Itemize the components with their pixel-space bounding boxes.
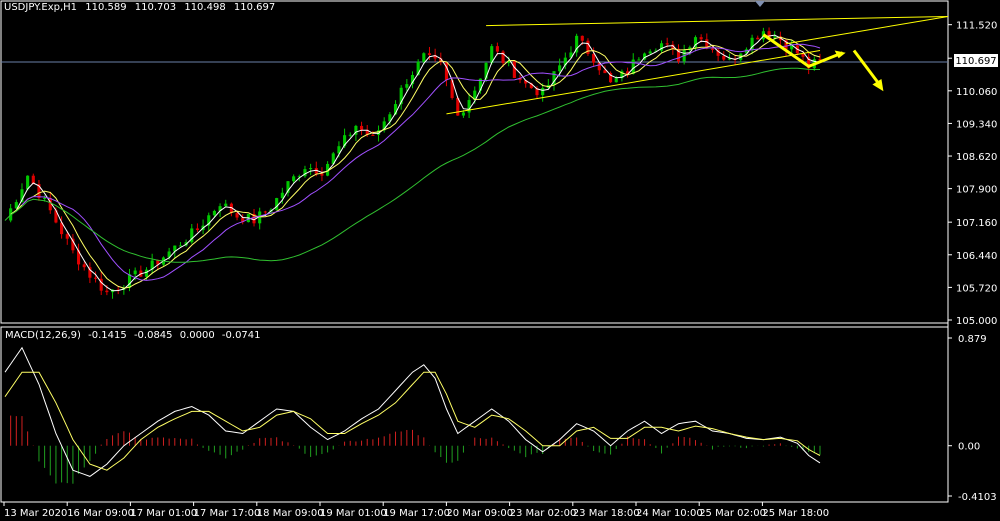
chart-symbol: USDJPY.Exp,H1: [4, 2, 78, 13]
candle-body: [65, 234, 69, 239]
candle-body: [614, 78, 618, 83]
macd-value-4: -0.0741: [221, 330, 261, 341]
time-axis-label: 23 Mar 18:00: [573, 508, 640, 519]
candle-body: [427, 53, 432, 56]
ohlc-open: 110.589: [85, 2, 127, 13]
candle-body: [722, 55, 726, 60]
macd-name: MACD(12,26,9): [5, 330, 81, 341]
macd-value-3: 0.0000: [179, 330, 215, 341]
price-axis-label: 111.520: [956, 21, 997, 32]
candle-body: [756, 37, 760, 40]
candle-body: [348, 134, 352, 136]
candle-body: [235, 212, 239, 218]
price-axis-label: 107.160: [956, 218, 997, 229]
macd-axis-label: -0.4103: [958, 492, 997, 503]
candle-body: [648, 51, 652, 54]
candle-body: [320, 173, 324, 176]
chart-header: USDJPY.Exp,H1 110.589 110.703 110.498 11…: [4, 2, 280, 13]
price-axis-label: 107.900: [956, 185, 997, 196]
candle-body: [495, 46, 499, 52]
candle-body: [263, 211, 267, 213]
candle-body: [280, 192, 284, 199]
candle-body: [637, 59, 641, 61]
candle-body: [710, 48, 715, 50]
candle-body: [541, 87, 545, 96]
candle-body: [631, 59, 635, 74]
candle-body: [224, 203, 228, 207]
candle-body: [699, 37, 703, 40]
price-axis-label: 110.060: [956, 87, 997, 98]
candle-body: [178, 245, 183, 247]
time-axis-label: 20 Mar 09:00: [446, 508, 513, 519]
current-price-label: 110.697: [955, 56, 996, 67]
price-axis-label: 108.620: [956, 152, 997, 163]
candle-body: [133, 270, 137, 275]
candle-body: [309, 168, 313, 170]
candle-body: [105, 290, 109, 293]
candle-body: [360, 125, 364, 130]
price-axis-label: 105.000: [956, 316, 997, 327]
macd-main-value: -0.1415: [88, 330, 127, 341]
candle-body: [144, 269, 149, 277]
time-axis-label: 19 Mar 01:00: [320, 508, 387, 519]
time-axis-label: 19 Mar 17:00: [383, 508, 450, 519]
candle-body: [405, 84, 409, 88]
macd-signal-value: -0.0845: [133, 330, 173, 341]
time-axis-label: 16 Mar 09:00: [67, 508, 134, 519]
candle-body: [422, 53, 426, 62]
ohlc-high: 110.703: [134, 2, 177, 13]
time-axis-label: 24 Mar 10:00: [636, 508, 703, 519]
time-axis-label: 25 Mar 02:00: [699, 508, 766, 519]
time-axis-label: 18 Mar 09:00: [257, 508, 324, 519]
candle-body: [773, 36, 777, 38]
price-axis-label: 105.720: [956, 283, 997, 294]
macd-axis-label: 0.00: [958, 442, 980, 453]
time-axis-label: 23 Mar 02:00: [510, 508, 577, 519]
candle-body: [371, 134, 375, 136]
time-axis-label: 17 Mar 17:00: [194, 508, 261, 519]
macd-axis-label: 0.879: [958, 334, 987, 345]
candle-body: [212, 210, 216, 216]
candle-body: [82, 264, 86, 268]
price-axis-label: 109.340: [956, 119, 997, 130]
time-axis-label: 25 Mar 18:00: [762, 508, 829, 519]
chart-canvas: 111.520110.780110.060109.340108.620107.9…: [0, 0, 1000, 521]
ohlc-low: 110.498: [184, 2, 226, 13]
candle-body: [43, 197, 47, 199]
price-axis-label: 106.440: [956, 251, 997, 262]
candle-body: [512, 61, 516, 78]
candle-body: [127, 274, 132, 288]
candle-body: [665, 43, 669, 45]
candle-body: [461, 112, 465, 116]
macd-header: MACD(12,26,9) -0.1415 -0.0845 0.0000 -0.…: [5, 330, 265, 341]
time-axis-label: 17 Mar 01:00: [130, 508, 197, 519]
candle-body: [195, 228, 199, 231]
ohlc-close: 110.697: [233, 2, 276, 13]
candle-body: [558, 65, 562, 72]
time-axis-label: 13 Mar 2020: [4, 508, 67, 519]
candle-body: [292, 176, 296, 182]
candle-body: [93, 277, 98, 279]
candle-body: [580, 35, 584, 41]
